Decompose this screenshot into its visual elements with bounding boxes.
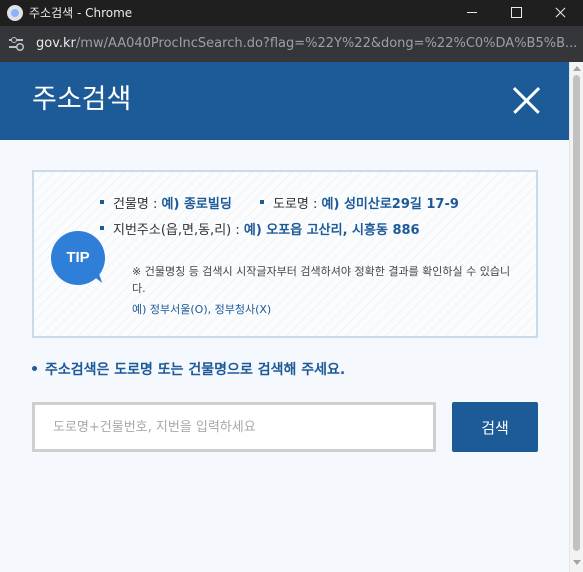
address-bar[interactable]: gov.kr/mw/AA040ProcIncSearch.do?flag=%22… (0, 26, 583, 62)
browser-titlebar: 주소검색 - Chrome (0, 0, 583, 26)
search-guide-text: 주소검색은 도로명 또는 건물명으로 검색해 주세요. (45, 362, 346, 378)
search-input[interactable] (32, 402, 436, 452)
bullet-icon (100, 199, 104, 204)
tip-badge: TIP (51, 231, 107, 287)
site-info-icon[interactable] (7, 35, 25, 53)
bullet-icon (100, 225, 104, 230)
tip-example-lot: 지번주소(읍,면,동,리) : 예) 오포읍 고산리, 시흥동 886 (100, 222, 420, 240)
url-host: gov.kr (36, 36, 76, 51)
page-content: 주소검색 TIP 건물명 : 예) 종로빌딩 도로명 : 예) 성미산로29길 … (0, 62, 583, 572)
url-text[interactable]: gov.kr/mw/AA040ProcIncSearch.do?flag=%22… (36, 36, 577, 52)
tip-example-label: 지번주소(읍,면,동,리) : (113, 223, 244, 238)
tip-example-building: 건물명 : 예) 종로빌딩 (100, 196, 232, 214)
minimize-button[interactable] (450, 0, 494, 26)
scrollbar-thumb[interactable] (573, 75, 580, 551)
tip-example-value: 예) 종로빌딩 (161, 197, 232, 212)
popup-header: 주소검색 (0, 62, 569, 140)
window-title: 주소검색 - Chrome (29, 6, 133, 20)
tip-example-road: 도로명 : 예) 성미산로29길 17-9 (260, 196, 459, 214)
url-path: /mw/AA040ProcIncSearch.do?flag=%22Y%22&d… (75, 36, 578, 51)
bullet-icon (260, 199, 264, 204)
scrollbar[interactable] (569, 62, 583, 572)
chrome-icon (7, 5, 23, 21)
scroll-up-arrow-icon[interactable] (573, 66, 581, 71)
tip-example-label: 건물명 : (113, 197, 162, 212)
tip-example-value: 예) 오포읍 고산리, 시흥동 886 (243, 223, 420, 238)
bullet-icon (32, 365, 37, 371)
scroll-down-arrow-icon[interactable] (573, 560, 581, 565)
tip-note-example: 예) 정부서울(O), 정부청사(X) (132, 303, 272, 316)
tip-example-value: 예) 성미산로29길 17-9 (321, 197, 459, 212)
tip-note: ※ 건물명칭 등 검색시 시작글자부터 검색하셔야 정확한 결과를 확인하실 수… (132, 265, 511, 295)
maximize-button[interactable] (494, 0, 538, 26)
page-title: 주소검색 (32, 84, 132, 115)
tip-example-label: 도로명 : (273, 197, 322, 212)
window-close-button[interactable] (538, 0, 582, 26)
search-guide: 주소검색은 도로명 또는 건물명으로 검색해 주세요. (32, 361, 345, 379)
tip-badge-label: TIP (51, 231, 105, 285)
close-icon[interactable] (509, 83, 543, 117)
search-button[interactable]: 검색 (452, 402, 538, 452)
